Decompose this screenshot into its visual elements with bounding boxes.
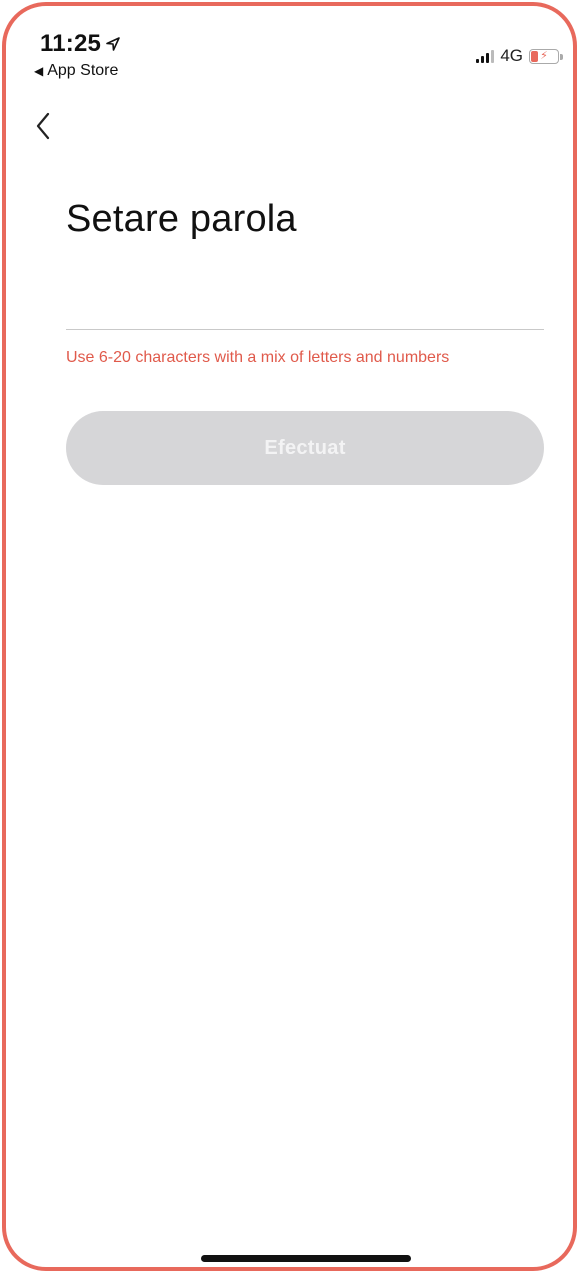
page-title: Setare parola bbox=[66, 198, 297, 240]
back-to-app-label: App Store bbox=[47, 62, 119, 79]
location-arrow-icon bbox=[106, 37, 120, 51]
home-indicator[interactable] bbox=[201, 1255, 411, 1262]
done-button[interactable]: Efectuat bbox=[66, 411, 544, 485]
chevron-left-icon bbox=[36, 112, 50, 140]
status-time: 11:25 bbox=[40, 30, 121, 58]
password-hint: Use 6-20 characters with a mix of letter… bbox=[66, 349, 450, 366]
phone-frame: 11:25 ◀ App Store 4G ⚡ Setare parola Use bbox=[2, 2, 577, 1271]
password-field[interactable] bbox=[66, 284, 544, 330]
back-button[interactable] bbox=[30, 108, 58, 144]
status-indicators: 4G ⚡ bbox=[476, 46, 563, 66]
cellular-signal-icon bbox=[476, 49, 495, 63]
back-to-app-store[interactable]: ◀ App Store bbox=[34, 62, 118, 80]
battery-charging-icon: ⚡ bbox=[529, 48, 563, 64]
network-type: 4G bbox=[500, 46, 523, 65]
status-time-text: 11:25 bbox=[40, 30, 102, 57]
back-triangle-icon: ◀ bbox=[34, 64, 44, 78]
